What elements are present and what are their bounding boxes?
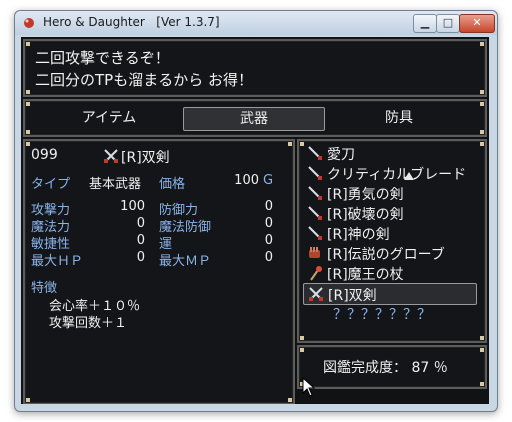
list-item-label: 愛刀 [327,147,355,163]
list-item-legend-glove[interactable]: [R]伝説のグローブ [303,243,475,263]
frame-corner [300,336,304,340]
sword-icon [308,166,322,180]
price-value: 100 [234,173,259,188]
frame-corner [26,42,30,46]
type-label: タイプ [31,177,71,192]
dual-swords-icon [309,287,323,301]
currency-unit: G [263,173,274,188]
glove-icon [309,247,320,258]
frame-corner [26,90,30,94]
list-item-god-sword[interactable]: [R]神の剣 [303,223,475,243]
frame-corner [480,382,484,386]
luk-value: 0 [264,233,273,248]
frame-corner [480,348,484,352]
window-title: Hero & Daughter [Ver 1.3.7] [43,15,220,29]
list-item-demon-staff[interactable]: [R]魔王の杖 [303,263,475,283]
mouse-pointer-icon [302,377,316,397]
close-icon: ✕ [472,16,482,29]
title-bar[interactable]: Hero & Daughter [Ver 1.3.7] ▁ □ ✕ [15,11,497,35]
completion-window: 図鑑完成度： 87 ％ [297,345,487,389]
app-window: Hero & Daughter [Ver 1.3.7] ▁ □ ✕ 二回攻撃でき… [14,10,498,412]
staff-icon [310,266,322,281]
list-item-label: [R]魔王の杖 [327,267,404,283]
frame-corner [26,398,30,402]
frame-corner [26,130,30,134]
mdf-value: 0 [264,216,273,231]
message-line-2: 二回分のTPも溜まるから お得！ [35,71,253,89]
list-item-aitou[interactable]: 愛刀 [303,143,475,163]
sword-icon [308,186,322,200]
frame-corner [480,90,484,94]
minimize-icon: ▁ [420,16,430,29]
atk-value: 100 [120,199,145,214]
mhp-label: 最大ＨＰ [31,254,84,269]
frame-corner [480,42,484,46]
item-name: [R]双剣 [121,150,170,166]
list-item-destruction-sword[interactable]: [R]破壊の剣 [303,203,475,223]
list-item-label: [R]神の剣 [327,227,390,243]
item-number: 099 [31,147,58,163]
mmp-label: 最大ＭＰ [159,254,212,269]
completion-rate: 図鑑完成度： 87 ％ [323,360,448,376]
game-screen: 二回攻撃できるぞ！ 二回分のTPも溜まるから お得！ アイテム 武器 防具 09… [21,37,489,404]
frame-corner [480,102,484,106]
mmp-value: 0 [264,250,273,265]
tab-items[interactable]: アイテム [39,107,179,129]
list-item-label: [R]伝説のグローブ [327,247,445,263]
message-line-1: 二回攻撃できるぞ！ [35,49,170,67]
item-detail-panel: 099 [R]双剣 タイプ 基本武器 価格 100 G 攻撃力 100 防御力 … [23,139,295,404]
category-tabs: アイテム 武器 防具 [23,99,487,137]
frame-corner [300,348,304,352]
list-item-label: ？？？？？？？ [333,307,431,323]
feature-item: 攻撃回数＋１ [49,316,128,331]
def-value: 0 [264,199,273,214]
maximize-button[interactable]: □ [436,14,460,33]
frame-corner [26,102,30,106]
list-item-label: [R]破壊の剣 [327,207,404,223]
weapon-list: 愛刀 クリティカルブレード [R]勇気の剣 [R]破壊の剣 [R]神の剣 [R]… [297,139,487,343]
price-label: 価格 [159,177,186,192]
minimize-button[interactable]: ▁ [413,14,437,33]
list-item-critical-blade[interactable]: クリティカルブレード [303,163,475,183]
features-label: 特徴 [31,281,58,296]
frame-corner [288,142,292,146]
mat-value: 0 [136,216,145,231]
list-item-unknown[interactable]: ？？？？？？？ [303,303,475,323]
list-item-label: [R]勇気の剣 [327,187,404,203]
frame-corner [480,130,484,134]
sword-icon [308,226,322,240]
list-item-courage-sword[interactable]: [R]勇気の剣 [303,183,475,203]
app-icon [24,18,34,28]
sword-icon [308,206,322,220]
frame-corner [288,398,292,402]
frame-corner [480,336,484,340]
mhp-value: 0 [136,250,145,265]
scroll-up-arrow-icon[interactable] [404,172,414,180]
tab-weapons[interactable]: 武器 [183,107,325,131]
sword-icon [308,146,322,160]
frame-corner [26,142,30,146]
list-item-dual-swords[interactable]: [R]双剣 [303,283,477,305]
maximize-icon: □ [442,16,454,29]
close-button[interactable]: ✕ [459,14,495,33]
frame-corner [480,142,484,146]
list-item-label: [R]双剣 [328,288,377,304]
dual-swords-icon [104,149,118,163]
agi-value: 0 [136,233,145,248]
tab-armor[interactable]: 防具 [329,107,469,129]
message-window: 二回攻撃できるぞ！ 二回分のTPも溜まるから お得！ [23,39,487,97]
list-item-label: クリティカルブレード [327,167,467,183]
type-value: 基本武器 [89,177,142,192]
